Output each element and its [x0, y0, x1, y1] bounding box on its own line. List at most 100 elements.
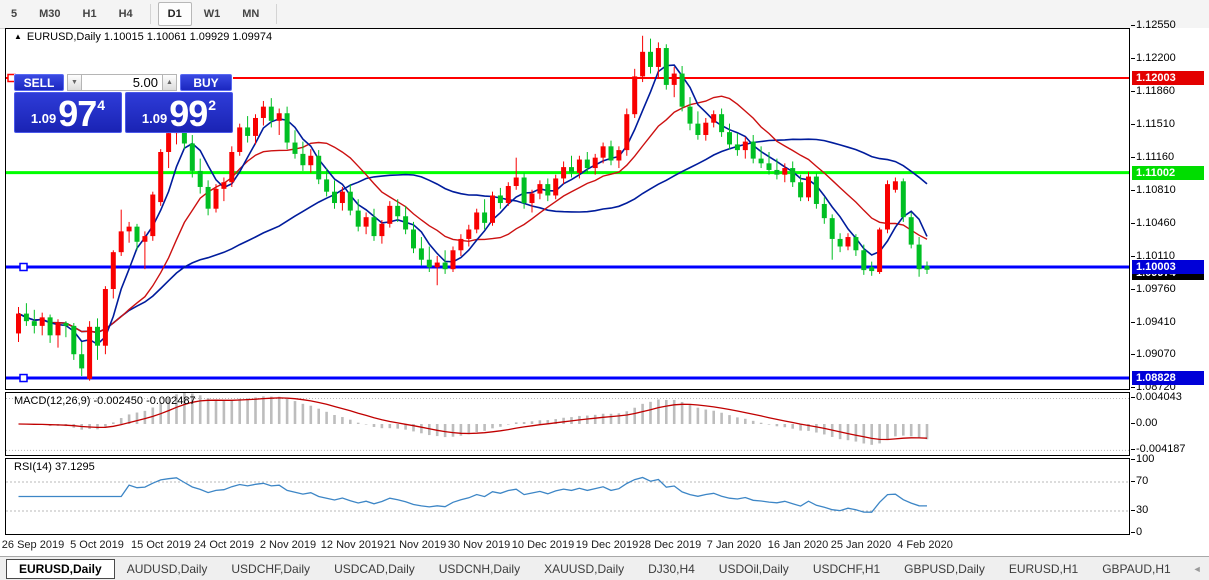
bull-candle — [632, 76, 637, 114]
timeframe-button-m30[interactable]: M30 — [29, 2, 70, 26]
bull-candle — [577, 160, 582, 173]
time-axis[interactable]: 26 Sep 20195 Oct 201915 Oct 201924 Oct 2… — [5, 536, 1130, 556]
price-badge: 1.08828 — [1132, 371, 1204, 385]
bull-candle — [640, 52, 645, 77]
volume-increase-button[interactable]: ▲ — [162, 74, 177, 91]
mt4-terminal: 5M30H1H4 D1W1MN ▲ EURUSD,Daily 1.10015 1.… — [0, 0, 1209, 580]
bear-candle — [48, 317, 53, 335]
bull-candle — [806, 177, 811, 198]
timeframe-button-h1[interactable]: H1 — [73, 2, 107, 26]
volume-input[interactable]: 5.00 — [82, 74, 162, 91]
timeframe-button-5[interactable]: 5 — [1, 2, 27, 26]
bull-candle — [711, 114, 716, 123]
bull-candle — [782, 168, 787, 175]
tab-dj30-h4[interactable]: DJ30,H4 — [638, 560, 705, 578]
tab-eurusd-daily[interactable]: EURUSD,Daily — [6, 559, 115, 579]
tab-gbpusd-daily[interactable]: GBPUSD,Daily — [894, 560, 995, 578]
date-label: 21 Nov 2019 — [384, 539, 446, 551]
tab-eurusd-h1[interactable]: EURUSD,H1 — [999, 560, 1088, 578]
rsi-axis-tick: 70 — [1136, 475, 1148, 487]
bear-candle — [324, 179, 329, 191]
tab-xauusd-daily[interactable]: XAUUSD,Daily — [534, 560, 634, 578]
bear-candle — [814, 177, 819, 204]
tab-usdcnh-daily[interactable]: USDCNH,Daily — [429, 560, 530, 578]
bear-candle — [269, 107, 274, 121]
bear-candle — [727, 132, 732, 144]
price-tick: 1.09070 — [1136, 348, 1176, 360]
bull-candle — [624, 114, 629, 150]
bull-candle — [277, 113, 282, 121]
bull-candle — [387, 206, 392, 224]
date-label: 30 Nov 2019 — [448, 539, 510, 551]
ask-price-panel[interactable]: 1.09 99 2 — [125, 92, 233, 133]
bear-candle — [861, 250, 866, 270]
hline-marker[interactable] — [20, 264, 27, 271]
bull-candle — [111, 252, 116, 289]
bull-candle — [127, 227, 132, 232]
price-tick: 1.11160 — [1136, 151, 1174, 163]
bear-candle — [285, 113, 290, 142]
price-axis[interactable]: 1.125501.122001.118601.115101.111601.108… — [1130, 28, 1209, 558]
timeframe-button-d1[interactable]: D1 — [158, 2, 192, 26]
bear-candle — [395, 206, 400, 216]
bull-candle — [601, 146, 606, 157]
bull-candle — [40, 317, 45, 326]
ask-price-prefix: 1.09 — [142, 109, 167, 129]
bear-candle — [838, 239, 843, 247]
buy-button[interactable]: BUY — [180, 74, 232, 91]
macd-label: MACD(12,26,9) -0.002450 -0.002487 — [14, 395, 196, 407]
tab-usdoil-daily[interactable]: USDOil,Daily — [709, 560, 799, 578]
bear-candle — [909, 217, 914, 244]
date-label: 19 Dec 2019 — [576, 539, 638, 551]
bear-candle — [759, 159, 764, 164]
tab-gbpaud-h1[interactable]: GBPAUD,H1 — [1092, 560, 1180, 578]
tab-audusd-daily[interactable]: AUDUSD,Daily — [117, 560, 218, 578]
chart-tab-bar: EURUSD,DailyAUDUSD,DailyUSDCHF,DailyUSDC… — [0, 556, 1209, 580]
date-label: 4 Feb 2020 — [897, 539, 953, 551]
bear-candle — [24, 314, 29, 322]
date-label: 24 Oct 2019 — [194, 539, 254, 551]
ask-price-big: 99 — [169, 99, 207, 129]
timeframe-button-mn[interactable]: MN — [232, 2, 269, 26]
sell-button[interactable]: SELL — [14, 74, 64, 91]
rsi-axis-tick: 30 — [1136, 504, 1148, 516]
rsi-indicator-pane[interactable]: RSI(14) 37.1295 — [5, 458, 1130, 535]
bull-candle — [846, 237, 851, 246]
price-tick: 1.09410 — [1136, 316, 1176, 328]
tab-usdchf-h1[interactable]: USDCHF,H1 — [803, 560, 890, 578]
bear-candle — [63, 323, 68, 326]
bear-candle — [293, 143, 298, 154]
bear-candle — [822, 204, 827, 218]
bull-candle — [451, 250, 456, 269]
bear-candle — [403, 216, 408, 229]
bear-candle — [719, 114, 724, 132]
timeframe-button-h4[interactable]: H4 — [109, 2, 143, 26]
macd-indicator-pane[interactable]: MACD(12,26,9) -0.002450 -0.002487 — [5, 392, 1130, 456]
bear-candle — [869, 267, 874, 271]
date-label: 26 Sep 2019 — [2, 539, 64, 551]
tab-usdcad-daily[interactable]: USDCAD,Daily — [324, 560, 425, 578]
tab-usdchf-daily[interactable]: USDCHF,Daily — [221, 560, 320, 578]
main-chart-pane[interactable]: ▲ EURUSD,Daily 1.10015 1.10061 1.09929 1… — [5, 28, 1130, 390]
bull-candle — [656, 48, 661, 67]
bear-candle — [71, 326, 76, 354]
collapse-arrow-icon[interactable]: ▲ — [14, 32, 22, 41]
bull-candle — [553, 178, 558, 195]
bull-candle — [672, 74, 677, 85]
price-tick: 1.09760 — [1136, 283, 1176, 295]
timeframe-button-w1[interactable]: W1 — [194, 2, 231, 26]
bull-candle — [466, 229, 471, 238]
volume-decrease-button[interactable]: ▼ — [67, 74, 82, 91]
hline-marker[interactable] — [20, 375, 27, 382]
bear-candle — [830, 218, 835, 239]
bid-price-panel[interactable]: 1.09 97 4 — [14, 92, 122, 133]
bid-price-big: 97 — [58, 99, 96, 129]
rsi-label: RSI(14) 37.1295 — [14, 461, 95, 473]
bull-candle — [506, 186, 511, 203]
toolbar-separator — [150, 4, 151, 24]
bear-candle — [790, 168, 795, 182]
ohlc-text: EURUSD,Daily 1.10015 1.10061 1.09929 1.0… — [27, 31, 272, 43]
bear-candle — [925, 266, 930, 270]
scroll-left-icon[interactable]: ◄ — [1193, 564, 1202, 574]
bull-candle — [364, 217, 369, 226]
